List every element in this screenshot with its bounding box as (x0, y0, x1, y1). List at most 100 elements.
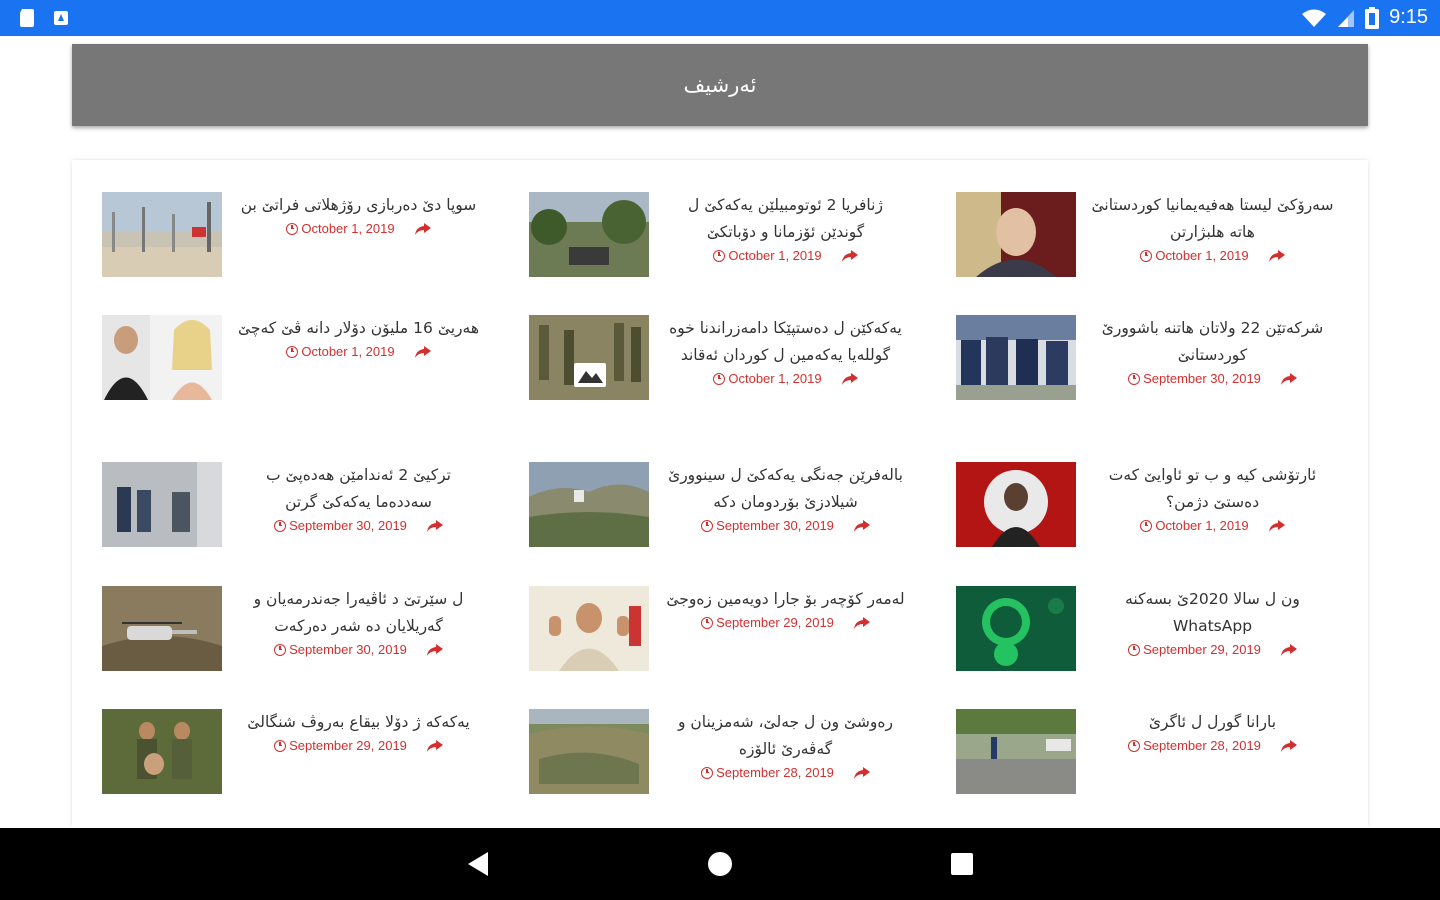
home-icon (708, 852, 732, 876)
share-icon[interactable] (853, 766, 870, 779)
article-date: September 29, 2019 (1143, 642, 1261, 657)
article-item[interactable]: ئارتۆشی کیە و ب تو ئاوایێ کەت دەستێ دژمن… (956, 462, 1334, 572)
article-headline[interactable]: شرکەتێن 22 ولاتان هاتنە باشوورێ کوردستان… (1091, 315, 1334, 369)
article-thumbnail[interactable] (529, 586, 649, 671)
share-icon[interactable] (1280, 372, 1297, 385)
article-thumbnail[interactable] (102, 315, 222, 400)
article-headline[interactable]: سوپا دێ دەربازی رۆژهلاتی فراتێ بن (237, 192, 480, 219)
share-icon[interactable] (426, 643, 443, 656)
recents-icon (951, 853, 973, 875)
article-headline[interactable]: ئارتۆشی کیە و ب تو ئاوایێ کەت دەستێ دژمن… (1091, 462, 1334, 516)
clock-icon (713, 249, 726, 262)
clock-icon (274, 739, 287, 752)
clock-icon (1128, 739, 1141, 752)
article-thumbnail[interactable] (956, 462, 1076, 547)
clock-icon (1128, 372, 1141, 385)
share-icon[interactable] (853, 616, 870, 629)
clock-icon (274, 643, 287, 656)
article-headline[interactable]: ل سێرتێ د ئاڤیەرا جەندرمەیان و گەریلایان… (237, 586, 480, 640)
navigation-bar (0, 828, 1440, 900)
article-headline[interactable]: یەکەکێن ل دەستپێکا دامەزراندنا خوە گوللە… (664, 315, 907, 369)
article-item[interactable]: ل سێرتێ د ئاڤیەرا جەندرمەیان و گەریلایان… (102, 586, 480, 696)
article-item[interactable]: بالەفرێن جەنگی یەکەکێ ل سینوورێ شیلادزێ … (529, 462, 907, 572)
article-item[interactable]: ون ل سالا 2020ێ بسەکنە WhatsApp Septembe… (956, 586, 1334, 696)
article-date: September 30, 2019 (289, 642, 407, 657)
article-headline[interactable]: رەوشێ ون ل جەلێ، شەمزینان و گەڤەرێ ئالۆز… (664, 709, 907, 763)
clock-icon (1128, 643, 1141, 656)
article-date: October 1, 2019 (728, 248, 822, 263)
article-headline[interactable]: لەمەر کۆچەر بۆ جارا دویەمین زەوجێ (664, 586, 907, 613)
article-date: September 29, 2019 (716, 615, 834, 630)
share-icon[interactable] (841, 372, 858, 385)
article-thumbnail[interactable] (956, 586, 1076, 671)
notification-icon (54, 11, 68, 25)
article-thumbnail[interactable] (529, 462, 649, 547)
share-icon[interactable] (1268, 519, 1285, 532)
article-item[interactable]: لەمەر کۆچەر بۆ جارا دویەمین زەوجێ Septem… (529, 586, 907, 696)
share-icon[interactable] (1280, 739, 1297, 752)
article-item[interactable]: ژنافریا 2 ئوتومبیلێن یەکەکێ ل گوندێن ئۆز… (529, 192, 907, 302)
status-bar: 9:15 (0, 0, 1440, 36)
back-icon (468, 852, 488, 876)
clock-icon (286, 345, 299, 358)
article-item[interactable]: هەریێ 16 ملیۆن دۆلار دانە ڤێ کەچێ Octobe… (102, 315, 480, 425)
recents-button[interactable] (922, 828, 1002, 900)
share-icon[interactable] (1268, 249, 1285, 262)
article-thumbnail[interactable] (529, 315, 649, 400)
article-date: October 1, 2019 (301, 344, 395, 359)
article-date: October 1, 2019 (1155, 248, 1249, 263)
share-icon[interactable] (841, 249, 858, 262)
article-thumbnail[interactable] (956, 315, 1076, 400)
page-title: ئەرشیف (683, 73, 757, 97)
article-date: October 1, 2019 (301, 221, 395, 236)
clock-icon (1140, 249, 1153, 262)
article-item[interactable]: سەرۆکێ لیستا هەفیەیمانیا کوردستانێ هاتە … (956, 192, 1334, 302)
share-icon[interactable] (1280, 643, 1297, 656)
back-button[interactable] (438, 828, 518, 900)
share-icon[interactable] (414, 345, 431, 358)
article-item[interactable]: سوپا دێ دەربازی رۆژهلاتی فراتێ بن Octobe… (102, 192, 480, 302)
article-thumbnail[interactable] (102, 709, 222, 794)
clock-time: 9:15 (1389, 6, 1428, 28)
share-icon[interactable] (426, 519, 443, 532)
article-thumbnail[interactable] (102, 192, 222, 277)
article-headline[interactable]: ترکیێ 2 ئەندامێن هەدەپێ ب سەددەما یەکەکێ… (237, 462, 480, 516)
article-thumbnail[interactable] (529, 709, 649, 794)
clock-icon (701, 616, 714, 629)
article-item[interactable]: بارانا گورل ل ئاگرێ September 28, 2019 (956, 709, 1334, 819)
article-thumbnail[interactable] (102, 586, 222, 671)
article-item[interactable]: رەوشێ ون ل جەلێ، شەمزینان و گەڤەرێ ئالۆز… (529, 709, 907, 819)
article-date: October 1, 2019 (728, 371, 822, 386)
sd-card-icon (20, 9, 34, 27)
article-item[interactable]: شرکەتێن 22 ولاتان هاتنە باشوورێ کوردستان… (956, 315, 1334, 425)
clock-icon (701, 766, 714, 779)
article-headline[interactable]: بالەفرێن جەنگی یەکەکێ ل سینوورێ شیلادزێ … (664, 462, 907, 516)
share-icon[interactable] (426, 739, 443, 752)
article-thumbnail[interactable] (956, 709, 1076, 794)
share-icon[interactable] (414, 222, 431, 235)
clock-icon (274, 519, 287, 532)
article-headline[interactable]: ژنافریا 2 ئوتومبیلێن یەکەکێ ل گوندێن ئۆز… (664, 192, 907, 246)
article-date: September 30, 2019 (1143, 371, 1261, 386)
article-item[interactable]: یەکەکە ژ دۆلا بیقاع بەروڤ شنگالێ Septemb… (102, 709, 480, 819)
article-date: September 28, 2019 (716, 765, 834, 780)
article-thumbnail[interactable] (956, 192, 1076, 277)
article-date: September 29, 2019 (289, 738, 407, 753)
article-thumbnail[interactable] (102, 462, 222, 547)
article-item[interactable]: یەکەکێن ل دەستپێکا دامەزراندنا خوە گوللە… (529, 315, 907, 425)
article-headline[interactable]: بارانا گورل ل ئاگرێ (1091, 709, 1334, 736)
article-date: September 30, 2019 (716, 518, 834, 533)
article-headline[interactable]: ون ل سالا 2020ێ بسەکنە WhatsApp (1091, 586, 1334, 640)
article-date: September 30, 2019 (289, 518, 407, 533)
clock-icon (713, 372, 726, 385)
share-icon[interactable] (853, 519, 870, 532)
article-headline[interactable]: سەرۆکێ لیستا هەفیەیمانیا کوردستانێ هاتە … (1091, 192, 1334, 246)
article-date: October 1, 2019 (1155, 518, 1249, 533)
article-item[interactable]: ترکیێ 2 ئەندامێن هەدەپێ ب سەددەما یەکەکێ… (102, 462, 480, 572)
article-headline[interactable]: هەریێ 16 ملیۆن دۆلار دانە ڤێ کەچێ (237, 315, 480, 342)
article-thumbnail[interactable] (529, 192, 649, 277)
article-date: September 28, 2019 (1143, 738, 1261, 753)
home-button[interactable] (680, 828, 760, 900)
article-headline[interactable]: یەکەکە ژ دۆلا بیقاع بەروڤ شنگالێ (237, 709, 480, 736)
clock-icon (701, 519, 714, 532)
